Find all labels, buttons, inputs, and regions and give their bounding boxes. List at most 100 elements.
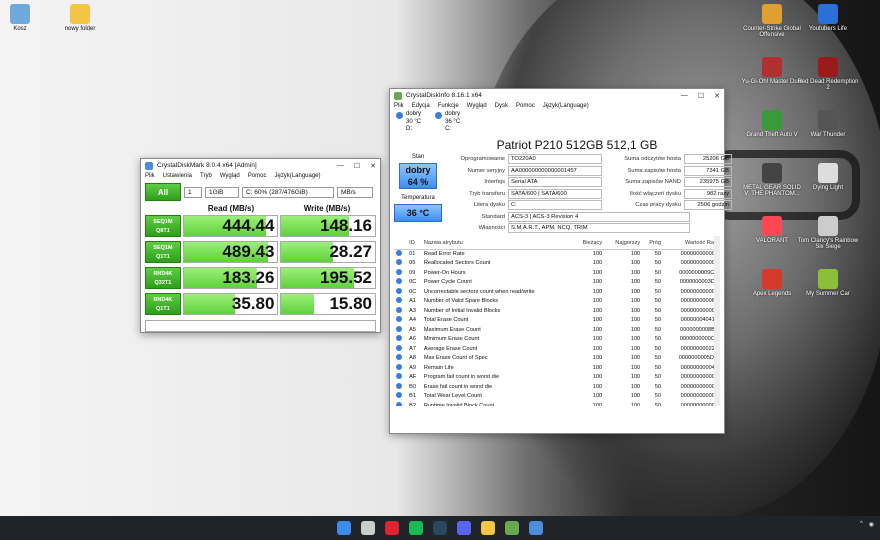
- all-button[interactable]: All: [145, 183, 181, 201]
- health-status[interactable]: dobry 64 %: [399, 162, 437, 189]
- game-icon: [818, 216, 838, 236]
- maximize-icon[interactable]: ☐: [354, 162, 360, 170]
- minimize-icon[interactable]: —: [337, 162, 344, 170]
- desktop-icon[interactable]: nowy folder: [48, 4, 112, 32]
- desktop-icon[interactable]: VALORANT: [740, 216, 804, 244]
- table-row[interactable]: A6 Minimum Erase Count 100 100 50 0000000000C…: [394, 335, 720, 345]
- desktop-icon[interactable]: Apex Legends: [740, 269, 804, 297]
- desktop-icon[interactable]: Dying Light: [796, 163, 860, 191]
- menu-item[interactable]: Pomoc: [248, 173, 267, 179]
- unit-select[interactable]: MB/s: [337, 186, 373, 198]
- test-button[interactable]: SEQ1M Q1T1: [145, 241, 181, 263]
- size-select[interactable]: 1GiB: [205, 186, 239, 198]
- menu-item[interactable]: Funkcje: [438, 103, 459, 109]
- attr-raw: 0000000003D6: [679, 279, 718, 286]
- explorer-icon[interactable]: [481, 521, 495, 535]
- spotify-icon[interactable]: [409, 521, 423, 535]
- health-percent: 64 %: [407, 176, 429, 187]
- table-row[interactable]: A1 Number of Valid Spare Blocks 100 100 50 00…: [394, 297, 720, 307]
- maximize-icon[interactable]: ☐: [698, 92, 704, 100]
- attr-id: A1: [409, 298, 417, 305]
- drive-select[interactable]: C: 60% (287/476GiB): [242, 186, 334, 198]
- desktop-icon[interactable]: Youtubers Life: [796, 4, 860, 32]
- column-header[interactable]: Wartość Raw: [663, 238, 720, 250]
- test-button[interactable]: SEQ1M Q8T1: [145, 215, 181, 237]
- table-row[interactable]: B1 Total Wear Level Count 100 100 50 00000000…: [394, 392, 720, 402]
- table-row[interactable]: A4 Total Erase Count 100 100 50 000000040419: [394, 316, 720, 326]
- test-button[interactable]: RND4K Q1T1: [145, 293, 181, 315]
- table-row[interactable]: A8 Max Erase Count of Spec 100 100 50 0000000…: [394, 354, 720, 364]
- status-cell: [394, 354, 407, 364]
- temperature-status[interactable]: 36 °C: [394, 203, 442, 222]
- menu-item[interactable]: Edycja: [412, 103, 430, 109]
- start-icon[interactable]: [337, 521, 351, 535]
- crystaldiskinfo-icon[interactable]: [505, 521, 519, 535]
- menu-item[interactable]: Język(Language): [274, 173, 320, 179]
- column-header[interactable]: Najgorszy: [604, 238, 643, 250]
- menu-item[interactable]: Ustawienia: [163, 173, 192, 179]
- menu-item[interactable]: Język(Language): [543, 103, 589, 109]
- desktop-icon[interactable]: Yu-Gi-Oh! Master Duel: [740, 57, 804, 85]
- cdm-titlebar[interactable]: CrystalDiskMark 8.0.4 x64 [Admin] — ☐ ✕: [141, 159, 380, 172]
- menu-item[interactable]: Wygląd: [467, 103, 487, 109]
- standard-value: ACS-3 | ACS-3 Revision 4: [508, 211, 690, 222]
- column-header[interactable]: ID: [407, 238, 422, 250]
- menu-item[interactable]: Plik: [145, 173, 155, 179]
- opera-icon[interactable]: [385, 521, 399, 535]
- attr-raw: 000000000000: [680, 393, 718, 400]
- column-header[interactable]: Próg: [642, 238, 664, 250]
- table-row[interactable]: 05 Reallocated Sectors Count 100 100 50 00000…: [394, 259, 720, 269]
- system-tray[interactable]: ^ ◉: [860, 521, 874, 528]
- discord-icon[interactable]: [457, 521, 471, 535]
- comment-field[interactable]: [145, 320, 376, 332]
- desktop-icon[interactable]: METAL GEAR SOLID V: THE PHANTOM...: [740, 163, 804, 197]
- network-icon[interactable]: ◉: [869, 521, 874, 528]
- table-row[interactable]: B2 Runtime Invalid Block Count 100 100 50 000…: [394, 401, 720, 406]
- steam-icon[interactable]: [433, 521, 447, 535]
- desktop-icon[interactable]: War Thunder: [796, 110, 860, 138]
- desktop-icon[interactable]: Kosz: [0, 4, 52, 32]
- table-row[interactable]: A7 Average Erase Count 100 100 50 00000000022…: [394, 344, 720, 354]
- menu-item[interactable]: Pomoc: [516, 103, 535, 109]
- crystaldiskmark-icon[interactable]: [529, 521, 543, 535]
- table-row[interactable]: A5 Maximum Erase Count 100 100 50 0000000008B…: [394, 325, 720, 335]
- minimize-icon[interactable]: —: [681, 92, 688, 100]
- menu-item[interactable]: Dysk: [495, 103, 508, 109]
- test-button[interactable]: RND4K Q32T1: [145, 267, 181, 289]
- cdi-titlebar[interactable]: CrystalDiskInfo 8.16.1 x64 — ☐ ✕: [390, 89, 724, 102]
- count-select[interactable]: 1: [184, 186, 202, 198]
- menu-item[interactable]: Plik: [394, 103, 404, 109]
- search-icon[interactable]: [361, 521, 375, 535]
- table-row[interactable]: A3 Number of Initial Invalid Blocks 100 100…: [394, 306, 720, 316]
- table-row[interactable]: A9 Remain Life 100 100 50 000000000040: [394, 363, 720, 373]
- attr-thr: 50: [654, 402, 662, 406]
- drive-tab[interactable]: dobry 30 °C D:: [396, 111, 421, 134]
- drive-tab[interactable]: dobry 36 °C C:: [435, 111, 460, 134]
- close-icon[interactable]: ✕: [714, 92, 720, 100]
- game-icon: [762, 216, 782, 236]
- desktop-icon[interactable]: My Summer Car: [796, 269, 860, 297]
- status-dot-icon: [396, 401, 402, 406]
- attributes-scrollbar[interactable]: [714, 236, 720, 406]
- menu-item[interactable]: Wygląd: [220, 173, 240, 179]
- close-icon[interactable]: ✕: [370, 162, 376, 170]
- table-row[interactable]: AF Program fail count in worst die 100 100 5…: [394, 373, 720, 383]
- table-row[interactable]: 01 Read Error Rate 100 100 50 000000000000: [394, 249, 720, 259]
- info-value: 7341 GB: [684, 165, 732, 176]
- attr-name: Power Cycle Count: [423, 279, 472, 286]
- status-dot-icon: [396, 382, 402, 389]
- menu-item[interactable]: Tryb: [200, 173, 212, 179]
- table-row[interactable]: B0 Erase fail count in worst die 100 100 50 0…: [394, 382, 720, 392]
- desktop-icon[interactable]: Grand Theft Auto V: [740, 110, 804, 138]
- desktop-icon[interactable]: Tom Clancy's Rainbow Six Siege: [796, 216, 860, 250]
- table-row[interactable]: 09 Power-On Hours 100 100 50 0000000009CA: [394, 268, 720, 278]
- desktop-icon[interactable]: Counter-Strike Global Offensive: [740, 4, 804, 38]
- table-row[interactable]: 0C Power Cycle Count 100 100 50 0000000003D6: [394, 278, 720, 288]
- desktop-icon[interactable]: Red Dead Redemption 2: [796, 57, 860, 91]
- column-header[interactable]: Bieżący: [573, 238, 605, 250]
- attr-raw: 000000000064: [680, 298, 718, 305]
- table-row[interactable]: 0C Uncorrectable sectors count when read/…: [394, 287, 720, 297]
- chevron-up-icon[interactable]: ^: [860, 521, 863, 528]
- attr-name: Remain Life: [423, 364, 454, 371]
- column-header[interactable]: Nazwa atrybutu: [421, 238, 574, 250]
